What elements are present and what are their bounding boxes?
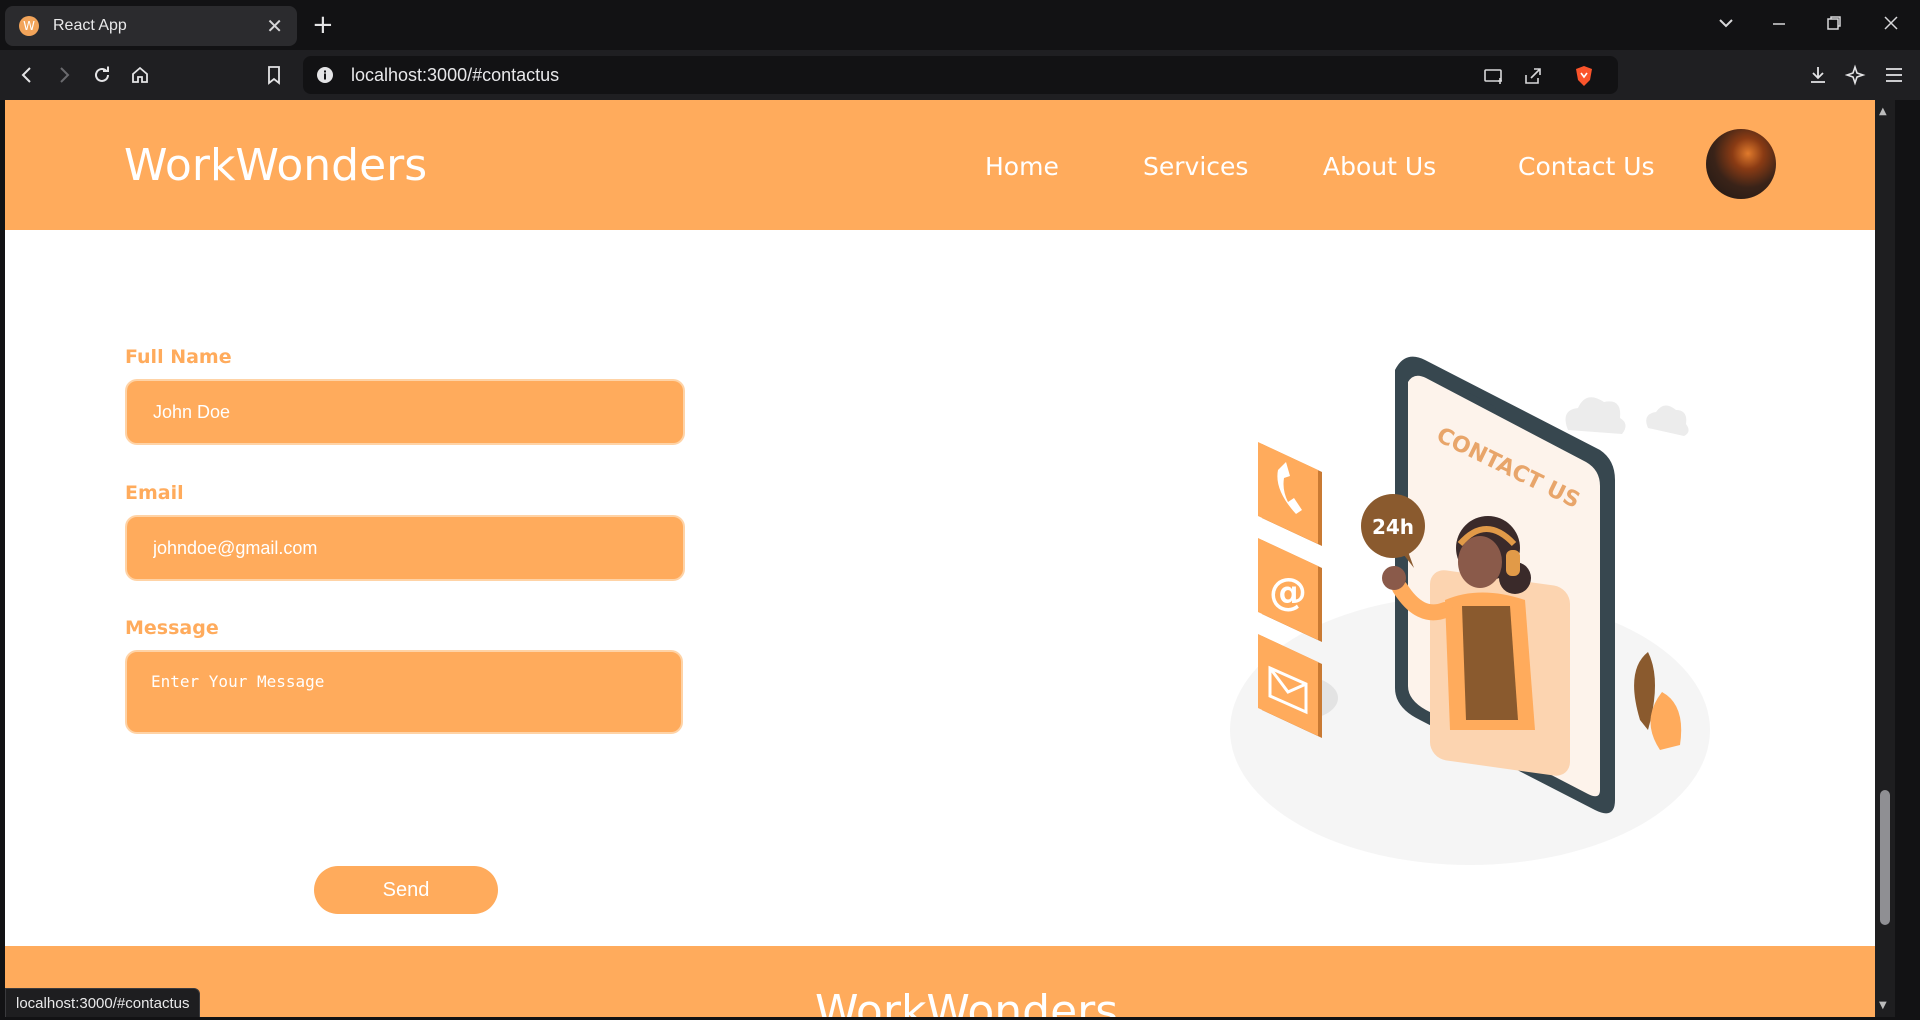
browser-toolbar: localhost:3000/#contactus <box>0 50 1920 100</box>
status-url-tooltip: localhost:3000/#contactus <box>5 988 201 1017</box>
message-textarea[interactable] <box>125 650 683 734</box>
share-icon[interactable] <box>1522 65 1544 87</box>
home-icon[interactable] <box>128 63 152 87</box>
forward-icon[interactable] <box>52 63 76 87</box>
bubble-text: 24h <box>1372 515 1414 539</box>
email-label: Email <box>125 482 184 504</box>
tab-favicon-icon: W <box>19 16 39 36</box>
scroll-down-icon[interactable]: ▼ <box>1879 1000 1887 1011</box>
avatar[interactable] <box>1706 129 1776 199</box>
brave-shield-icon[interactable] <box>1573 65 1595 87</box>
browser-tab-bar: W React App ✕ + <box>0 0 1920 50</box>
woman-face <box>1458 536 1502 588</box>
page-viewport: WorkWonders Home Services About Us Conta… <box>5 100 1895 1017</box>
back-icon[interactable] <box>15 63 39 87</box>
site-info-icon[interactable] <box>315 65 335 85</box>
woman-hand <box>1382 566 1406 590</box>
full-name-input[interactable] <box>125 379 685 445</box>
site-logo[interactable]: WorkWonders <box>124 140 427 191</box>
svg-text:@: @ <box>1269 570 1307 614</box>
site-header: WorkWonders Home Services About Us Conta… <box>5 100 1895 230</box>
nav-contact-us[interactable]: Contact Us <box>1518 152 1655 181</box>
scroll-thumb[interactable] <box>1880 790 1890 925</box>
reload-icon[interactable] <box>90 63 114 87</box>
message-label: Message <box>125 617 219 639</box>
footer-brand: WorkWonders <box>815 986 1119 1017</box>
cast-icon[interactable] <box>1483 65 1505 87</box>
woman-vest <box>1462 606 1518 720</box>
nav-about-us[interactable]: About Us <box>1323 152 1436 181</box>
email-input[interactable] <box>125 515 685 581</box>
contact-illustration: CONTACT US 24h @ <box>1230 356 1710 865</box>
tab-close-icon[interactable]: ✕ <box>266 14 283 38</box>
phone-icon <box>1258 442 1322 546</box>
leo-ai-icon[interactable] <box>1844 63 1868 87</box>
menu-icon[interactable] <box>1882 63 1906 87</box>
tab-list-chevron-icon[interactable] <box>1717 14 1735 36</box>
scroll-up-icon[interactable]: ▲ <box>1879 106 1887 117</box>
headset-ear <box>1506 550 1520 576</box>
send-button[interactable]: Send <box>314 866 498 914</box>
new-tab-button[interactable]: + <box>312 10 334 40</box>
minimize-icon[interactable] <box>1770 14 1788 36</box>
cloud-1 <box>1565 397 1626 434</box>
tab-title: React App <box>53 17 127 34</box>
nav-home[interactable]: Home <box>985 152 1059 181</box>
url-text[interactable]: localhost:3000/#contactus <box>351 65 559 86</box>
browser-tab[interactable]: W React App ✕ <box>5 6 297 46</box>
window-close-icon[interactable] <box>1882 14 1900 36</box>
at-sign-icon: @ <box>1258 538 1322 642</box>
cloud-2 <box>1646 405 1689 436</box>
bookmark-icon[interactable] <box>262 63 286 87</box>
full-name-label: Full Name <box>125 346 232 368</box>
address-bar[interactable]: localhost:3000/#contactus <box>303 56 1618 94</box>
page-scrollbar[interactable]: ▲ ▼ <box>1875 100 1895 1017</box>
download-icon[interactable] <box>1806 63 1830 87</box>
site-footer: WorkWonders <box>5 946 1895 1017</box>
nav-services[interactable]: Services <box>1143 152 1248 181</box>
restore-icon[interactable] <box>1825 14 1843 36</box>
